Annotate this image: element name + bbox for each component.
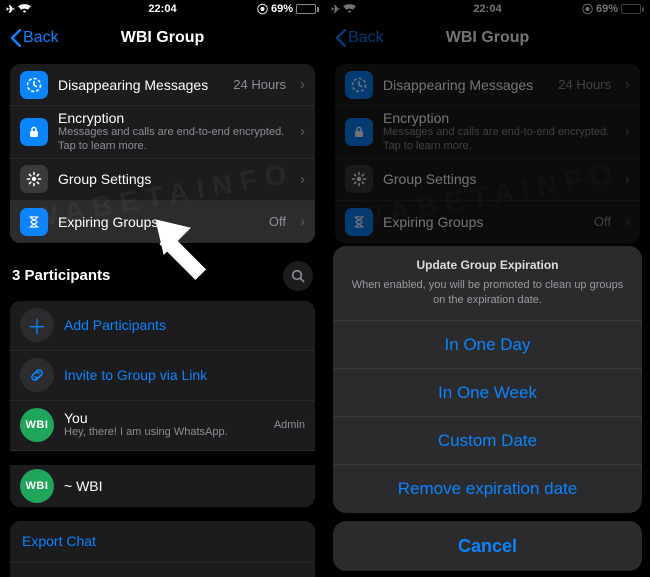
row-sub: Messages and calls are end-to-end encryp… <box>383 126 611 154</box>
chevron-right-icon: › <box>300 123 305 140</box>
row-add-participants[interactable]: ＋ Add Participants <box>10 301 315 351</box>
chevron-right-icon: › <box>625 76 630 93</box>
sheet-subtitle: When enabled, you will be promoted to cl… <box>349 278 626 308</box>
lock-icon <box>20 118 48 146</box>
battery-icon <box>621 4 644 14</box>
chevron-right-icon: › <box>625 123 630 140</box>
settings-card: Disappearing Messages 24 Hours › Encrypt… <box>335 64 640 243</box>
cancel-button[interactable]: Cancel <box>333 521 642 571</box>
settings-card: Disappearing Messages 24 Hours › Encrypt… <box>10 64 315 243</box>
row-encryption[interactable]: Encryption Messages and calls are end-to… <box>10 106 315 159</box>
gear-icon <box>345 165 373 193</box>
page-title: WBI Group <box>446 29 530 47</box>
row-label: Expiring Groups <box>58 214 259 230</box>
back-button[interactable]: Back <box>10 29 59 47</box>
nav-bar: Back WBI Group <box>0 18 325 58</box>
chevron-right-icon: › <box>300 213 305 230</box>
option-one-day[interactable]: In One Day <box>333 321 642 369</box>
row-expiring-groups[interactable]: Expiring Groups Off › <box>10 201 315 243</box>
row-label: Group Settings <box>383 171 611 187</box>
row-label: Disappearing Messages <box>383 77 548 93</box>
chevron-right-icon: › <box>625 171 630 188</box>
timer-icon <box>20 71 48 99</box>
row-participant-you[interactable]: WBI You Hey, there! I am using WhatsApp.… <box>10 401 315 451</box>
battery-icon <box>296 4 319 14</box>
row-value: 24 Hours <box>558 77 611 92</box>
row-value: Off <box>594 214 611 229</box>
chevron-right-icon: › <box>625 213 630 230</box>
chevron-left-icon <box>335 29 346 47</box>
row-value: Off <box>269 214 286 229</box>
gear-icon <box>20 165 48 193</box>
airplane-icon: ✈︎ <box>331 3 340 16</box>
participants-card: ＋ Add Participants Invite to Group via L… <box>10 301 315 507</box>
participant-name: ~ WBI <box>64 478 305 494</box>
participant-name: You <box>64 410 264 426</box>
avatar: WBI <box>20 408 54 442</box>
clear-chat-button[interactable]: Clear Chat <box>10 563 315 577</box>
chevron-right-icon: › <box>300 76 305 93</box>
row-label: Invite to Group via Link <box>64 367 207 383</box>
page-title: WBI Group <box>121 29 205 47</box>
row-label: Add Participants <box>64 317 166 333</box>
participants-header: 3 Participants <box>10 257 315 301</box>
status-time: 22:04 <box>148 3 176 15</box>
action-sheet: Update Group Expiration When enabled, yo… <box>333 246 642 571</box>
hourglass-icon <box>345 208 373 236</box>
option-one-week[interactable]: In One Week <box>333 369 642 417</box>
search-icon <box>290 268 306 284</box>
status-time: 22:04 <box>473 3 501 15</box>
row-encryption[interactable]: Encryption Messages and calls are end-to… <box>335 106 640 159</box>
wifi-icon <box>18 4 31 14</box>
role-badge: Admin <box>274 419 305 431</box>
hourglass-icon <box>20 208 48 236</box>
airplane-icon: ✈︎ <box>6 3 15 16</box>
chevron-right-icon: › <box>300 171 305 188</box>
chevron-left-icon <box>10 29 21 47</box>
back-label: Back <box>23 29 59 47</box>
row-label: Expiring Groups <box>383 214 584 230</box>
row-label: Group Settings <box>58 171 286 187</box>
option-remove-expiration[interactable]: Remove expiration date <box>333 465 642 513</box>
sheet-header: Update Group Expiration When enabled, yo… <box>333 246 642 321</box>
option-custom-date[interactable]: Custom Date <box>333 417 642 465</box>
row-group-settings[interactable]: Group Settings › <box>10 159 315 201</box>
timer-icon <box>345 71 373 99</box>
phone-left: ✈︎ 22:04 ⦿ 69% Back WBI Group WABETAINFO <box>0 0 325 577</box>
export-chat-button[interactable]: Export Chat <box>10 521 315 563</box>
back-button[interactable]: Back <box>335 29 384 47</box>
lock-icon <box>345 118 373 146</box>
avatar: WBI <box>20 469 54 503</box>
row-group-settings[interactable]: Group Settings › <box>335 159 640 201</box>
battery-pct: 69% <box>596 3 618 15</box>
row-disappearing[interactable]: Disappearing Messages 24 Hours › <box>335 64 640 106</box>
battery-pct: 69% <box>271 3 293 15</box>
phone-right: ✈︎ 22:04 ⦿ 69% Back WBI Group WABETAINFO <box>325 0 650 577</box>
alarm-icon: ⦿ <box>257 1 268 17</box>
alarm-icon: ⦿ <box>582 1 593 17</box>
row-invite-link[interactable]: Invite to Group via Link <box>10 351 315 401</box>
back-label: Back <box>348 29 384 47</box>
row-label: Encryption <box>58 110 286 126</box>
status-bar: ✈︎ 22:04 ⦿ 69% <box>325 0 650 18</box>
row-label: Disappearing Messages <box>58 77 223 93</box>
actions-card: Export Chat Clear Chat <box>10 521 315 577</box>
wifi-icon <box>343 4 356 14</box>
status-bar: ✈︎ 22:04 ⦿ 69% <box>0 0 325 18</box>
row-expiring-groups[interactable]: Expiring Groups Off › <box>335 201 640 243</box>
link-icon <box>20 358 54 392</box>
row-sub: Messages and calls are end-to-end encryp… <box>58 126 286 154</box>
row-value: 24 Hours <box>233 77 286 92</box>
row-participant-wbi[interactable]: WBI ~ WBI <box>10 451 315 507</box>
row-disappearing[interactable]: Disappearing Messages 24 Hours › <box>10 64 315 106</box>
row-label: Encryption <box>383 110 611 126</box>
nav-bar: Back WBI Group <box>325 18 650 58</box>
search-button[interactable] <box>283 261 313 291</box>
participant-status: Hey, there! I am using WhatsApp. <box>64 426 264 440</box>
sheet-title: Update Group Expiration <box>349 258 626 272</box>
plus-icon: ＋ <box>20 308 54 342</box>
participants-count: 3 Participants <box>12 267 110 284</box>
